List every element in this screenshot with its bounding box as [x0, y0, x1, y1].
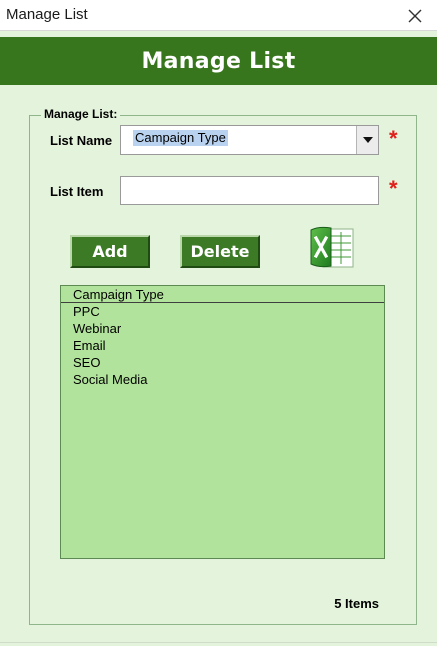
list-item[interactable]: Webinar — [61, 320, 384, 337]
list-item[interactable]: Email — [61, 337, 384, 354]
window-title: Manage List — [6, 6, 88, 23]
excel-icon[interactable] — [309, 224, 355, 270]
group-label: Manage List: — [41, 107, 121, 121]
list-name-selected-value: Campaign Type — [133, 130, 228, 146]
list-item[interactable]: PPC — [61, 303, 384, 320]
delete-button[interactable]: Delete — [180, 235, 260, 268]
item-count: 5 Items — [334, 596, 379, 611]
list-item[interactable]: Social Media — [61, 371, 384, 388]
chevron-down-icon[interactable] — [356, 126, 378, 154]
list-item[interactable]: SEO — [61, 354, 384, 371]
add-button[interactable]: Add — [70, 235, 150, 268]
list-item-label: List Item — [50, 184, 104, 199]
header-banner: Manage List — [0, 37, 437, 85]
list-name-label: List Name — [50, 133, 113, 148]
list-header: Campaign Type — [61, 286, 384, 303]
divider — [0, 642, 437, 643]
close-icon[interactable] — [393, 0, 437, 31]
list-items-box[interactable]: Campaign Type PPC Webinar Email SEO Soci… — [60, 285, 385, 559]
page-title: Manage List — [141, 48, 296, 74]
required-asterisk: * — [389, 176, 398, 201]
required-asterisk: * — [389, 126, 398, 151]
list-item-input[interactable] — [120, 176, 379, 205]
title-bar: Manage List — [0, 0, 437, 31]
list-name-dropdown[interactable]: Campaign Type — [120, 125, 379, 155]
